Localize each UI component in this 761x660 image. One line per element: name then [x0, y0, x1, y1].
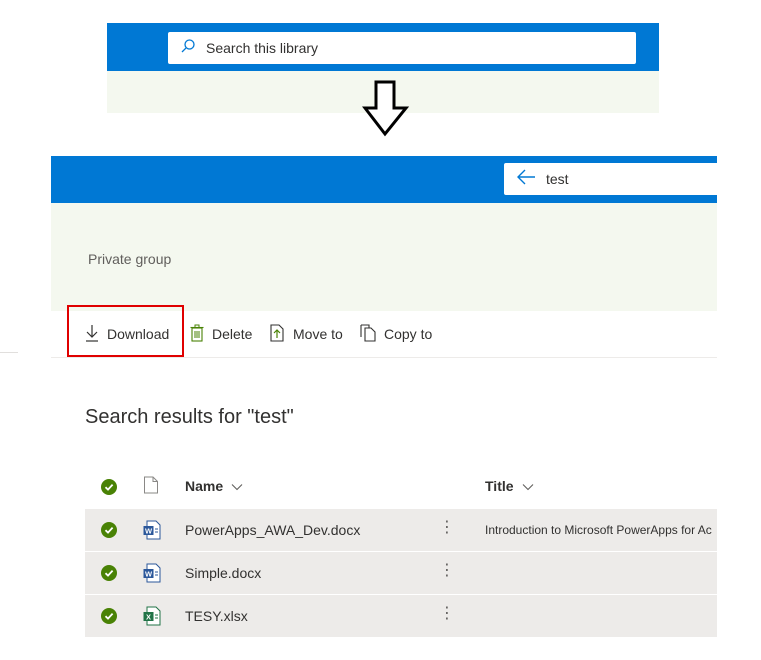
column-name-label: Name	[185, 478, 224, 494]
more-actions-icon[interactable]: ⋮	[439, 520, 455, 536]
delete-button[interactable]: Delete	[190, 324, 252, 344]
word-file-icon: W	[143, 563, 161, 588]
row-check-icon[interactable]	[101, 565, 117, 586]
select-all-check-icon[interactable]	[101, 479, 117, 500]
copy-to-label: Copy to	[384, 326, 433, 342]
search-placeholder: Search this library	[206, 40, 319, 56]
chevron-down-icon	[514, 478, 534, 494]
copy-to-button[interactable]: Copy to	[360, 323, 433, 345]
move-to-button[interactable]: Move to	[269, 323, 343, 345]
file-name-link[interactable]: Simple.docx	[185, 565, 261, 581]
move-icon	[269, 323, 293, 345]
search-value[interactable]: test	[546, 171, 569, 187]
file-name-link[interactable]: PowerApps_AWA_Dev.docx	[185, 522, 360, 538]
divider	[0, 352, 18, 353]
row-check-icon[interactable]	[101, 608, 117, 629]
file-type-icon	[143, 476, 159, 499]
move-to-label: Move to	[293, 326, 343, 342]
list-column-header: Name Title	[85, 466, 717, 508]
chevron-down-icon	[223, 478, 243, 494]
site-header: Private group	[51, 203, 717, 311]
group-type-label: Private group	[88, 251, 172, 267]
row-check-icon[interactable]	[101, 522, 117, 543]
more-actions-icon[interactable]: ⋮	[439, 606, 455, 622]
excel-file-icon: X	[143, 606, 161, 631]
table-row[interactable]: X TESY.xlsx ⋮	[85, 595, 717, 638]
page-title: Search results for "test"	[85, 406, 294, 428]
suite-bar: Search this library	[107, 23, 659, 71]
word-file-icon: W	[143, 520, 161, 545]
table-row[interactable]: W PowerApps_AWA_Dev.docx ⋮ Introduction …	[85, 509, 717, 552]
copy-icon	[360, 323, 384, 345]
library-search-box[interactable]: Search this library	[168, 32, 636, 64]
down-arrow-icon	[361, 80, 410, 138]
table-row[interactable]: W Simple.docx ⋮	[85, 552, 717, 595]
column-title-label: Title	[485, 478, 514, 494]
after-search-results-view: test Private group Download Delete Move …	[51, 156, 717, 646]
search-icon	[180, 38, 196, 59]
column-header-name[interactable]: Name	[185, 478, 243, 494]
download-highlight-box	[67, 305, 184, 357]
delete-label: Delete	[212, 326, 253, 342]
svg-text:W: W	[145, 526, 153, 535]
back-arrow-icon[interactable]	[516, 169, 536, 190]
svg-text:W: W	[145, 569, 153, 578]
svg-text:X: X	[146, 612, 151, 621]
column-header-title[interactable]: Title	[485, 478, 534, 494]
library-search-box[interactable]: test	[504, 163, 717, 195]
suite-bar: test	[51, 156, 717, 203]
file-name-link[interactable]: TESY.xlsx	[185, 608, 248, 624]
more-actions-icon[interactable]: ⋮	[439, 563, 455, 579]
trash-icon	[190, 324, 212, 345]
file-title: Introduction to Microsoft PowerApps for …	[485, 523, 712, 537]
